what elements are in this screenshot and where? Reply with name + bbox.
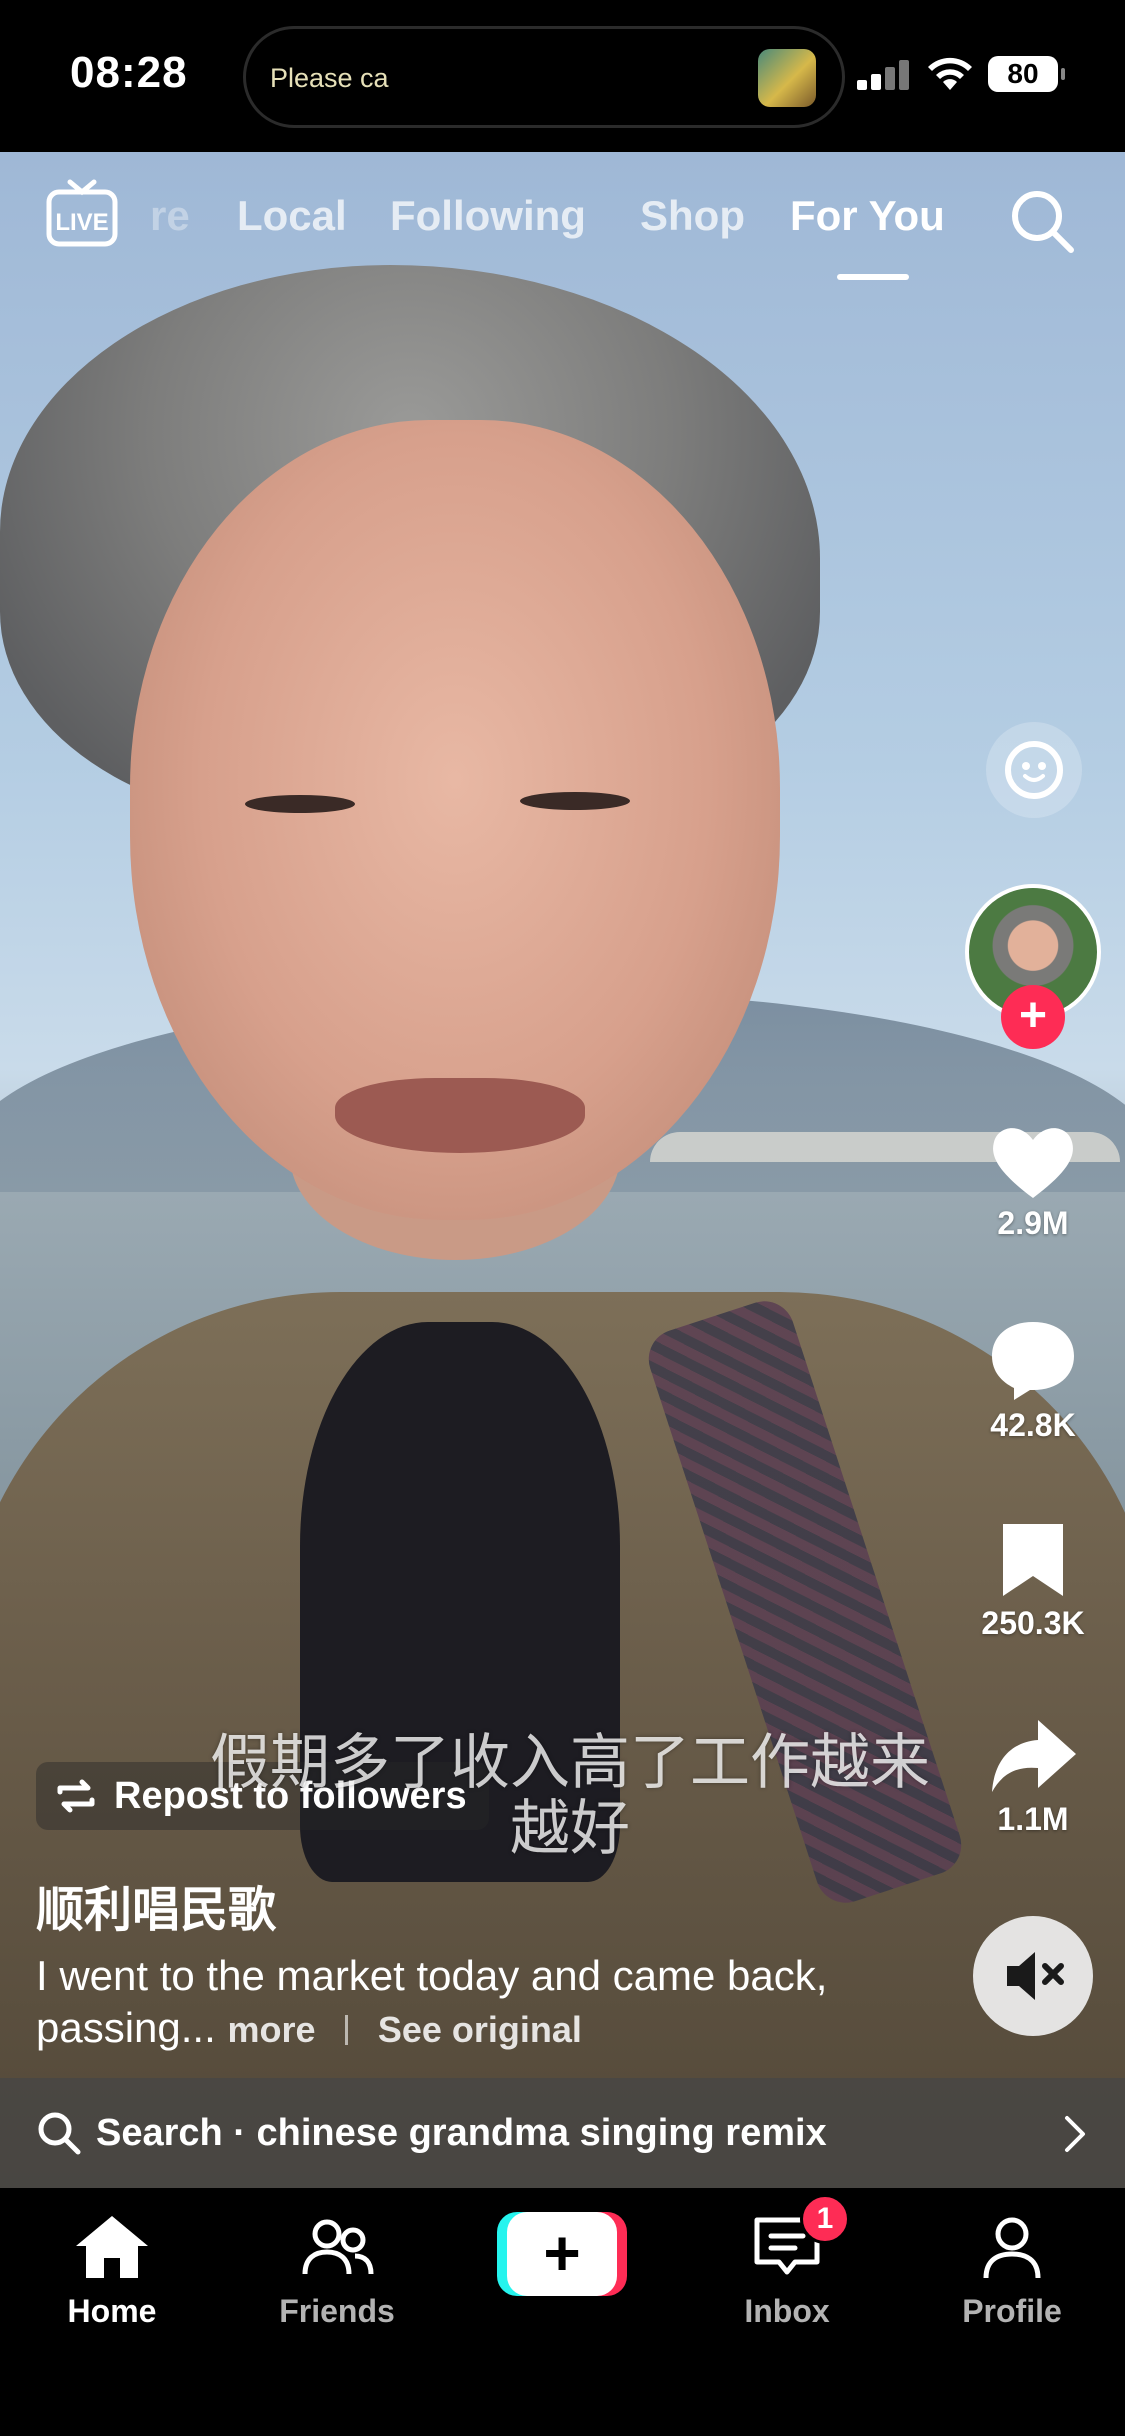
speaker-muted-icon — [1007, 1952, 1064, 2000]
search-icon[interactable] — [1007, 186, 1077, 256]
tab-following[interactable]: Following — [390, 192, 586, 240]
share-button[interactable]: 1.1M — [960, 1716, 1106, 1838]
share-arrow-icon — [992, 1720, 1076, 1792]
search-icon — [38, 2112, 81, 2155]
tab-local[interactable]: Local — [237, 192, 347, 240]
author-name[interactable]: 顺利唱民歌 — [36, 1870, 276, 1940]
nav-profile[interactable]: Profile — [932, 2212, 1092, 2330]
like-count: 2.9M — [997, 1205, 1069, 1241]
more-link[interactable]: more — [227, 2009, 315, 2050]
status-bar: 08:28 Please ca 80 — [0, 0, 1125, 152]
comment-count: 42.8K — [990, 1407, 1076, 1443]
create-plus-icon: + — [507, 2212, 617, 2296]
create-button[interactable]: + — [497, 2212, 627, 2296]
nav-profile-label: Profile — [962, 2293, 1062, 2329]
island-app-thumbnail — [758, 49, 816, 107]
ai-chat-button[interactable] — [986, 722, 1082, 818]
chevron-right-icon — [1065, 2116, 1085, 2152]
live-icon[interactable]: LIVE — [46, 178, 118, 250]
nav-home-label: Home — [67, 2293, 157, 2329]
bookmark-count: 250.3K — [981, 1605, 1085, 1641]
active-tab-indicator — [837, 274, 909, 280]
home-icon — [76, 2216, 148, 2278]
nav-inbox-label: Inbox — [744, 2293, 830, 2329]
bookmark-icon — [1003, 1524, 1063, 1596]
like-button[interactable]: 2.9M — [960, 1120, 1106, 1242]
share-count: 1.1M — [997, 1801, 1069, 1837]
cellular-signal-icon — [857, 58, 915, 90]
profile-icon — [983, 2217, 1041, 2279]
inbox-badge: 1 — [800, 2194, 850, 2244]
island-text: Please ca — [270, 63, 389, 93]
battery-icon: 80 — [988, 56, 1065, 92]
nav-friends-label: Friends — [279, 2293, 395, 2329]
comment-button[interactable]: 42.8K — [960, 1318, 1106, 1444]
heart-icon — [993, 1128, 1073, 1198]
tab-explore[interactable]: re — [150, 192, 190, 240]
chat-face-icon — [1005, 741, 1063, 799]
bottom-nav: Home Friends + Inbox 1 Profile — [0, 2188, 1125, 2436]
repost-icon — [57, 1779, 95, 1813]
tab-for-you[interactable]: For You — [790, 192, 945, 240]
left-eye — [245, 795, 355, 813]
mute-button[interactable] — [973, 1916, 1093, 2036]
wifi-icon — [928, 57, 972, 90]
see-original-link[interactable]: See original — [378, 2009, 582, 2050]
status-time: 08:28 — [70, 48, 188, 97]
dynamic-island[interactable]: Please ca — [243, 26, 845, 128]
friends-icon — [302, 2219, 374, 2275]
search-suggestion-text: Search · chinese grandma singing remix — [96, 2112, 827, 2154]
follow-plus-icon[interactable]: + — [1001, 985, 1065, 1049]
mouth — [335, 1078, 585, 1153]
right-eye — [520, 792, 630, 810]
divider — [345, 2015, 349, 2045]
search-suggestion-bar[interactable]: Search · chinese grandma singing remix — [0, 2078, 1125, 2188]
svg-text:LIVE: LIVE — [55, 209, 108, 236]
nav-home[interactable]: Home — [32, 2212, 192, 2330]
nav-friends[interactable]: Friends — [257, 2212, 417, 2330]
bookmark-button[interactable]: 250.3K — [950, 1520, 1116, 1642]
comment-icon — [992, 1322, 1074, 1400]
video-description[interactable]: I went to the market today and came back… — [36, 1950, 866, 2056]
video-subtitle: 假期多了收入高了工作越来越好 — [210, 1728, 930, 1864]
tab-shop[interactable]: Shop — [640, 192, 745, 240]
